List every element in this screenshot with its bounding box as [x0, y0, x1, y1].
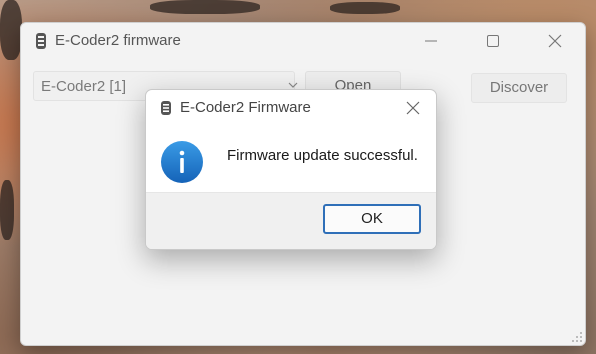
dialog-message: Firmware update successful. [227, 147, 418, 164]
info-icon [161, 141, 203, 183]
device-select-value: E-Coder2 [1] [41, 78, 127, 95]
desktop-rock-shadow [330, 2, 400, 14]
dialog-title: E-Coder2 Firmware [180, 99, 311, 116]
discover-button[interactable]: Discover [471, 73, 567, 103]
close-icon [406, 101, 420, 115]
close-icon [548, 34, 562, 48]
maximize-icon [487, 35, 499, 47]
desktop-rock-shadow [150, 0, 260, 14]
ok-button[interactable]: OK [323, 204, 421, 234]
window-title: E-Coder2 firmware [55, 32, 181, 49]
maximize-button[interactable] [471, 23, 515, 59]
app-icon [36, 33, 46, 49]
desktop-rock-shadow [0, 180, 14, 240]
app-icon [161, 101, 171, 115]
minimize-button[interactable] [409, 23, 453, 59]
resize-grip-icon[interactable] [571, 331, 583, 343]
desktop-rock-shadow [0, 0, 22, 60]
dialog-close-button[interactable] [398, 94, 428, 122]
close-button[interactable] [533, 23, 577, 59]
minimize-icon [425, 40, 437, 42]
message-dialog: E-Coder2 Firmware Firmware update succes… [145, 89, 437, 250]
title-bar[interactable]: E-Coder2 firmware [21, 23, 585, 59]
